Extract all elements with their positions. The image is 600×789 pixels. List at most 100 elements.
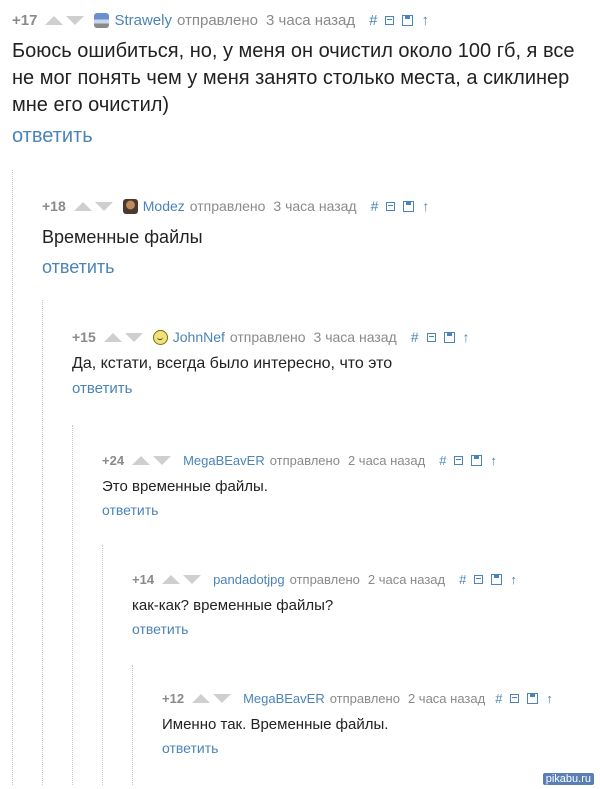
rating: +24 xyxy=(102,452,125,468)
vote-controls xyxy=(45,15,85,25)
comment-tools: # ↑ xyxy=(459,572,525,587)
thread-line xyxy=(42,300,43,785)
permalink-link[interactable]: # xyxy=(439,453,446,468)
save-icon[interactable] xyxy=(402,14,414,26)
permalink-link[interactable]: # xyxy=(411,329,419,345)
reply-link[interactable]: ответить xyxy=(102,502,158,518)
upvote-icon[interactable] xyxy=(103,332,122,342)
posted-label: отправлено xyxy=(176,11,259,29)
smiley-avatar-icon[interactable] xyxy=(152,329,168,345)
author-link[interactable]: MegaBEavER xyxy=(183,453,265,468)
upvote-icon[interactable] xyxy=(45,15,64,25)
save-icon[interactable] xyxy=(527,692,539,704)
comment-tools: # ↑ xyxy=(371,198,438,214)
comment-text: Именно так. Временные файлы. xyxy=(162,716,389,733)
timestamp: 3 часа назад xyxy=(266,11,356,29)
upvote-icon[interactable] xyxy=(192,693,211,703)
comment: +12 MegaBEavER отправлено 2 часа назад #… xyxy=(162,688,594,758)
rating: +17 xyxy=(12,11,38,29)
permalink-link[interactable]: # xyxy=(495,691,502,706)
parent-arrow-icon[interactable]: ↑ xyxy=(490,453,497,468)
parent-arrow-icon[interactable]: ↑ xyxy=(422,198,429,214)
timestamp: 3 часа назад xyxy=(313,329,397,345)
reply-link[interactable]: ответить xyxy=(42,257,115,278)
permalink-link[interactable]: # xyxy=(369,12,377,29)
author-link[interactable]: JohnNef xyxy=(173,329,225,345)
collapse-icon[interactable] xyxy=(385,15,395,25)
vote-controls xyxy=(103,332,143,342)
author-link[interactable]: Modez xyxy=(143,198,185,214)
parent-arrow-icon[interactable]: ↑ xyxy=(463,329,470,345)
rating: +12 xyxy=(162,690,185,706)
vote-controls xyxy=(73,201,113,211)
comment-text: Это временные файлы. xyxy=(102,478,268,495)
comment-text: Временные файлы xyxy=(42,227,203,247)
rating: +18 xyxy=(42,198,66,214)
comment-tools: # ↑ xyxy=(495,691,561,706)
vote-controls xyxy=(162,574,202,584)
timestamp: 2 часа назад xyxy=(347,452,426,468)
collapse-icon[interactable] xyxy=(454,455,464,465)
collapse-icon[interactable] xyxy=(426,332,436,342)
collapse-icon[interactable] xyxy=(386,201,396,211)
parent-arrow-icon[interactable]: ↑ xyxy=(510,572,517,587)
comment-text: Да, кстати, всегда было интересно, что э… xyxy=(72,355,393,372)
timestamp: 3 часа назад xyxy=(273,198,357,214)
collapse-icon[interactable] xyxy=(474,574,484,584)
thread-line xyxy=(102,545,103,785)
comment-tools: # ↑ xyxy=(439,453,505,468)
downvote-icon[interactable] xyxy=(94,201,113,211)
watermark-text: pikabu.ru xyxy=(542,773,594,785)
posted-label: отправлено xyxy=(289,571,360,587)
timestamp: 2 часа назад xyxy=(367,571,446,587)
downvote-icon[interactable] xyxy=(183,574,202,584)
photo-avatar-icon[interactable] xyxy=(122,198,138,214)
timestamp: 2 часа назад xyxy=(407,690,486,706)
comment: +14 pandadotjpg отправлено 2 часа назад … xyxy=(132,569,592,639)
vote-controls xyxy=(192,693,232,703)
comment: +18 Modez отправлено 3 часа назад # ↑ Вр… xyxy=(42,196,592,278)
car-avatar-icon[interactable] xyxy=(94,12,110,28)
posted-label: отправлено xyxy=(189,198,266,214)
posted-label: отправлено xyxy=(269,452,340,468)
save-icon[interactable] xyxy=(403,200,415,212)
rating: +15 xyxy=(72,329,96,345)
reply-link[interactable]: ответить xyxy=(132,621,188,637)
author-link[interactable]: Strawely xyxy=(114,12,172,29)
vote-controls xyxy=(132,455,172,465)
save-icon[interactable] xyxy=(491,573,503,585)
upvote-icon[interactable] xyxy=(162,574,181,584)
upvote-icon[interactable] xyxy=(73,201,92,211)
comment: +15 JohnNef отправлено 3 часа назад # ↑ … xyxy=(72,327,592,398)
parent-arrow-icon[interactable]: ↑ xyxy=(421,12,429,29)
posted-label: отправлено xyxy=(329,690,400,706)
comment: +17 Strawely отправлено 3 часа назад # ↑… xyxy=(12,10,597,148)
comment: +24 MegaBEavER отправлено 2 часа назад #… xyxy=(102,450,592,520)
reply-link[interactable]: ответить xyxy=(12,125,93,148)
collapse-icon[interactable] xyxy=(510,693,520,703)
author-link[interactable]: MegaBEavER xyxy=(243,691,325,706)
parent-arrow-icon[interactable]: ↑ xyxy=(546,691,553,706)
comment-tools: # ↑ xyxy=(369,12,437,29)
downvote-icon[interactable] xyxy=(124,332,143,342)
permalink-link[interactable]: # xyxy=(371,198,379,214)
reply-link[interactable]: ответить xyxy=(72,380,132,397)
downvote-icon[interactable] xyxy=(153,455,172,465)
comment-tools: # ↑ xyxy=(411,329,478,345)
posted-label: отправлено xyxy=(229,329,306,345)
comment-text: как-как? временные файлы? xyxy=(132,597,334,614)
thread-line xyxy=(132,665,133,785)
reply-link[interactable]: ответить xyxy=(162,740,218,756)
downvote-icon[interactable] xyxy=(213,693,232,703)
thread-line xyxy=(12,170,13,785)
save-icon[interactable] xyxy=(443,331,455,343)
author-link[interactable]: pandadotjpg xyxy=(213,572,285,587)
upvote-icon[interactable] xyxy=(132,455,151,465)
thread-line xyxy=(72,425,73,785)
permalink-link[interactable]: # xyxy=(459,572,466,587)
comment-text: Боюсь ошибиться, но, у меня он очистил о… xyxy=(12,40,575,116)
save-icon[interactable] xyxy=(471,454,483,466)
site-watermark: pikabu.ru xyxy=(542,773,594,785)
rating: +14 xyxy=(132,571,155,587)
downvote-icon[interactable] xyxy=(66,15,85,25)
